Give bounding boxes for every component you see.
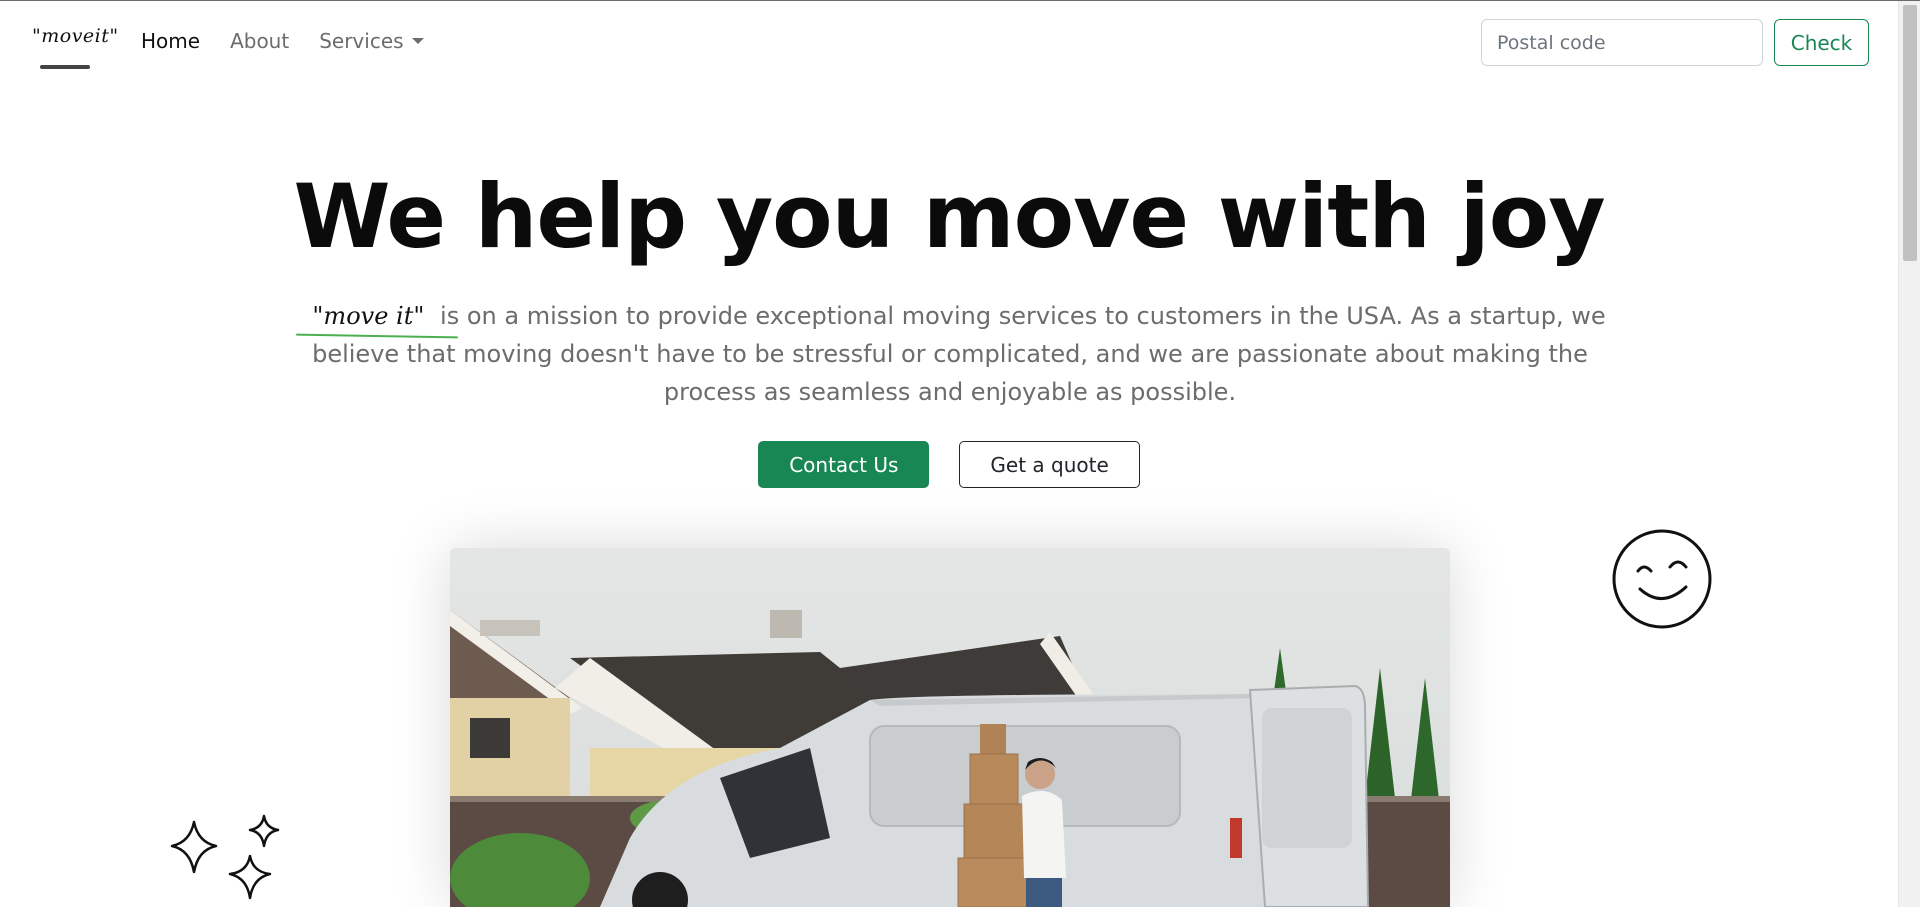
hero-buttons: Contact Us Get a quote [0, 441, 1898, 488]
navbar: "moveit" Home About Services Check [0, 1, 1898, 81]
nav-links: Home About Services [141, 29, 424, 53]
inline-brand-mark: "move it" [294, 297, 432, 335]
moving-scene-illustration [450, 548, 1450, 907]
nav-link-about[interactable]: About [230, 29, 289, 53]
check-button[interactable]: Check [1774, 19, 1869, 66]
nav-link-services-label: Services [319, 29, 404, 53]
hero-photo-moving-van [450, 548, 1450, 907]
brand-logo[interactable]: "moveit" [32, 25, 119, 47]
postal-code-input[interactable] [1481, 19, 1763, 66]
sparkles-icon [170, 814, 280, 900]
get-quote-button[interactable]: Get a quote [959, 441, 1140, 488]
hero-lead: "move it" is on a mission to provide exc… [280, 297, 1620, 411]
nav-link-home[interactable]: Home [141, 29, 200, 53]
page-scrollbar[interactable] [1898, 1, 1920, 907]
contact-us-button[interactable]: Contact Us [758, 441, 930, 488]
smiley-icon [1612, 529, 1712, 629]
scrollbar-thumb[interactable] [1903, 5, 1917, 261]
brand-underline [40, 65, 90, 69]
caret-down-icon [411, 37, 424, 44]
nav-link-services-dropdown[interactable]: Services [319, 29, 424, 53]
hero-lead-text: is on a mission to provide exceptional m… [312, 302, 1606, 406]
hero-title: We help you move with joy [293, 165, 1605, 268]
